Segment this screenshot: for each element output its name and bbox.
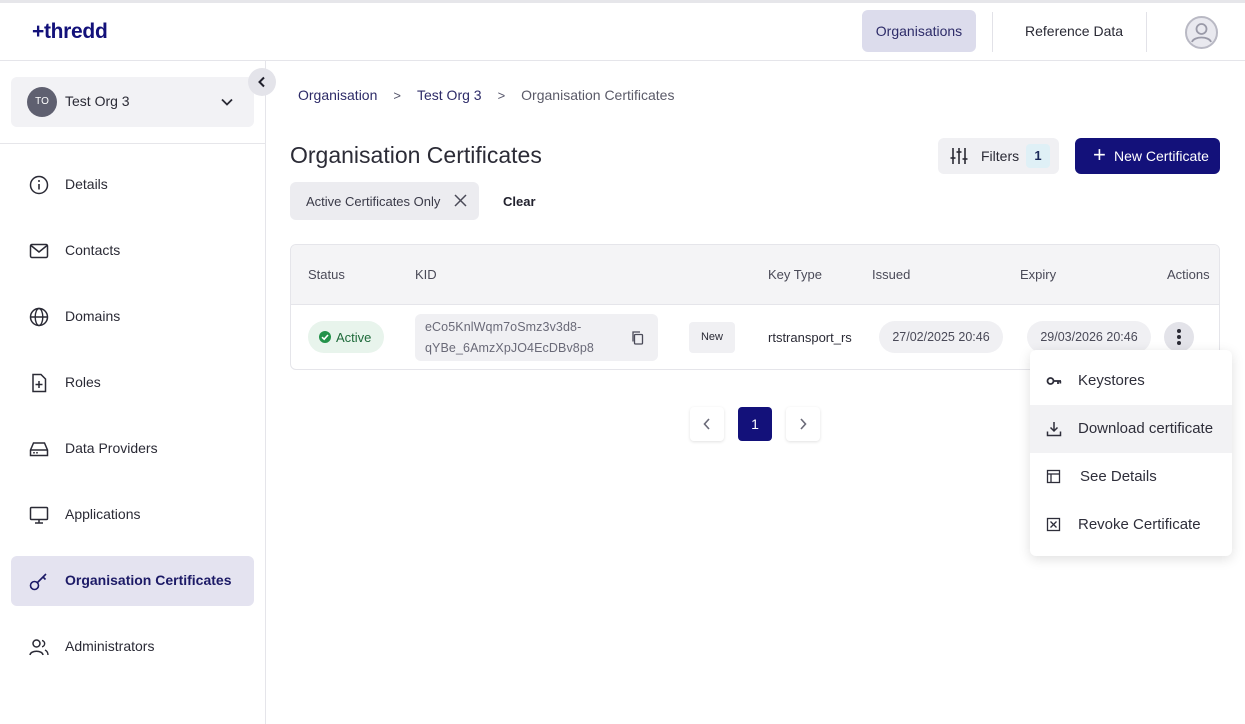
nav-divider bbox=[992, 12, 993, 52]
sidebar-item-label: Organisation Certificates bbox=[65, 572, 232, 588]
chevron-down-icon bbox=[221, 98, 233, 106]
pagination-next-button[interactable] bbox=[786, 407, 820, 441]
info-icon bbox=[29, 175, 49, 195]
kid-text-line-2: qYBe_6AmzXpJO4EcDBv8p8 bbox=[425, 341, 594, 355]
org-selector[interactable]: TO Test Org 3 bbox=[11, 77, 254, 127]
thredd-logo[interactable]: +thredd bbox=[32, 20, 108, 44]
sidebar-item-roles[interactable]: Roles bbox=[11, 358, 254, 408]
new-tag: New bbox=[689, 322, 735, 353]
sidebar: TO Test Org 3 Details Contacts Domains R… bbox=[0, 61, 266, 724]
chevron-left-icon bbox=[703, 418, 710, 430]
nav-reference-data[interactable]: Reference Data bbox=[1009, 10, 1139, 52]
check-circle-icon bbox=[319, 331, 331, 343]
sidebar-item-details[interactable]: Details bbox=[11, 160, 254, 210]
menu-item-see-details[interactable]: See Details bbox=[1030, 453, 1232, 501]
active-filter-chip: Active Certificates Only bbox=[290, 182, 479, 220]
filters-label: Filters bbox=[981, 148, 1020, 164]
org-name: Test Org 3 bbox=[65, 93, 130, 109]
download-icon bbox=[1046, 422, 1062, 437]
kid-text-line-1: eCo5KnlWqm7oSmz3v3d8- bbox=[425, 320, 582, 334]
column-header-status: Status bbox=[308, 267, 345, 282]
filters-button[interactable]: Filters 1 bbox=[938, 138, 1059, 174]
issued-date: 27/02/2025 20:46 bbox=[879, 321, 1003, 353]
breadcrumb-test-org[interactable]: Test Org 3 bbox=[417, 87, 482, 103]
globe-icon bbox=[29, 307, 49, 327]
chevron-right-icon bbox=[800, 418, 807, 430]
user-icon bbox=[1191, 23, 1212, 43]
breadcrumb-separator: > bbox=[393, 87, 401, 103]
menu-item-download-certificate[interactable]: Download certificate bbox=[1030, 405, 1232, 453]
sidebar-item-label: Administrators bbox=[65, 638, 155, 654]
sidebar-item-data-providers[interactable]: Data Providers bbox=[11, 424, 254, 474]
sidebar-item-organisation-certificates[interactable]: Organisation Certificates bbox=[11, 556, 254, 606]
nav-divider bbox=[1146, 12, 1147, 52]
users-icon bbox=[29, 639, 49, 656]
column-header-key-type: Key Type bbox=[768, 267, 822, 282]
status-badge: Active bbox=[308, 321, 384, 353]
breadcrumb: Organisation > Test Org 3 > Organisation… bbox=[298, 87, 674, 103]
breadcrumb-organisation[interactable]: Organisation bbox=[298, 87, 377, 103]
table-header: Status KID Key Type Issued Expiry Action… bbox=[291, 245, 1219, 305]
sliders-icon bbox=[950, 148, 968, 164]
key-icon bbox=[1046, 377, 1062, 385]
menu-item-label: Revoke Certificate bbox=[1078, 516, 1201, 533]
kid-value: eCo5KnlWqm7oSmz3v3d8- qYBe_6AmzXpJO4EcDB… bbox=[415, 314, 658, 361]
page-title: Organisation Certificates bbox=[290, 142, 542, 168]
column-header-actions: Actions bbox=[1167, 267, 1210, 282]
sidebar-divider bbox=[0, 143, 266, 144]
user-avatar[interactable] bbox=[1185, 16, 1218, 49]
sidebar-item-label: Details bbox=[65, 176, 108, 192]
menu-item-keystores[interactable]: Keystores bbox=[1030, 357, 1232, 405]
status-text: Active bbox=[336, 330, 372, 345]
copy-icon[interactable] bbox=[631, 331, 644, 345]
close-box-icon bbox=[1046, 517, 1061, 532]
breadcrumb-separator: > bbox=[497, 87, 506, 103]
chevron-left-icon bbox=[258, 76, 265, 88]
org-avatar: TO bbox=[27, 87, 57, 117]
menu-item-label: Download certificate bbox=[1078, 420, 1214, 437]
sidebar-item-label: Domains bbox=[65, 308, 121, 324]
mail-icon bbox=[29, 243, 49, 259]
filter-chip-label: Active Certificates Only bbox=[306, 194, 441, 209]
menu-item-revoke-certificate[interactable]: Revoke Certificate bbox=[1030, 501, 1232, 549]
sidebar-item-domains[interactable]: Domains bbox=[11, 292, 254, 342]
sidebar-item-label: Applications bbox=[65, 506, 141, 522]
new-certificate-label: New Certificate bbox=[1114, 148, 1209, 164]
collapse-sidebar-button[interactable] bbox=[248, 68, 276, 96]
new-certificate-button[interactable]: + New Certificate bbox=[1075, 138, 1220, 174]
column-header-kid: KID bbox=[415, 267, 437, 282]
table-layout-icon bbox=[1046, 469, 1061, 484]
plus-icon: + bbox=[1093, 142, 1106, 167]
sidebar-item-administrators[interactable]: Administrators bbox=[11, 622, 254, 672]
expiry-date: 29/03/2026 20:46 bbox=[1027, 321, 1151, 353]
sidebar-item-label: Data Providers bbox=[65, 440, 158, 456]
top-bar: +thredd Organisations Reference Data bbox=[0, 0, 1245, 61]
sidebar-item-label: Roles bbox=[65, 374, 101, 390]
menu-item-label: Keystores bbox=[1078, 372, 1145, 389]
nav-organisations[interactable]: Organisations bbox=[862, 10, 976, 52]
close-icon[interactable] bbox=[454, 194, 467, 207]
key-icon bbox=[29, 573, 47, 591]
monitor-icon bbox=[29, 506, 49, 524]
pagination-page-current[interactable]: 1 bbox=[738, 407, 772, 441]
document-plus-icon bbox=[32, 373, 47, 393]
clear-filters-button[interactable]: Clear bbox=[503, 194, 536, 209]
breadcrumb-current: Organisation Certificates bbox=[521, 87, 675, 103]
filters-count-badge: 1 bbox=[1026, 144, 1050, 168]
drive-icon bbox=[29, 442, 49, 457]
sidebar-item-applications[interactable]: Applications bbox=[11, 490, 254, 540]
column-header-issued: Issued bbox=[872, 267, 911, 282]
key-type-value: rtstransport_rs bbox=[768, 330, 852, 345]
pagination-prev-button[interactable] bbox=[690, 407, 724, 441]
row-actions-button[interactable] bbox=[1164, 322, 1194, 352]
row-actions-menu: Keystores Download certificate See Detai… bbox=[1030, 350, 1232, 556]
column-header-expiry: Expiry bbox=[1020, 267, 1057, 282]
menu-item-label: See Details bbox=[1080, 468, 1157, 485]
sidebar-item-contacts[interactable]: Contacts bbox=[11, 226, 254, 276]
sidebar-item-label: Contacts bbox=[65, 242, 121, 258]
